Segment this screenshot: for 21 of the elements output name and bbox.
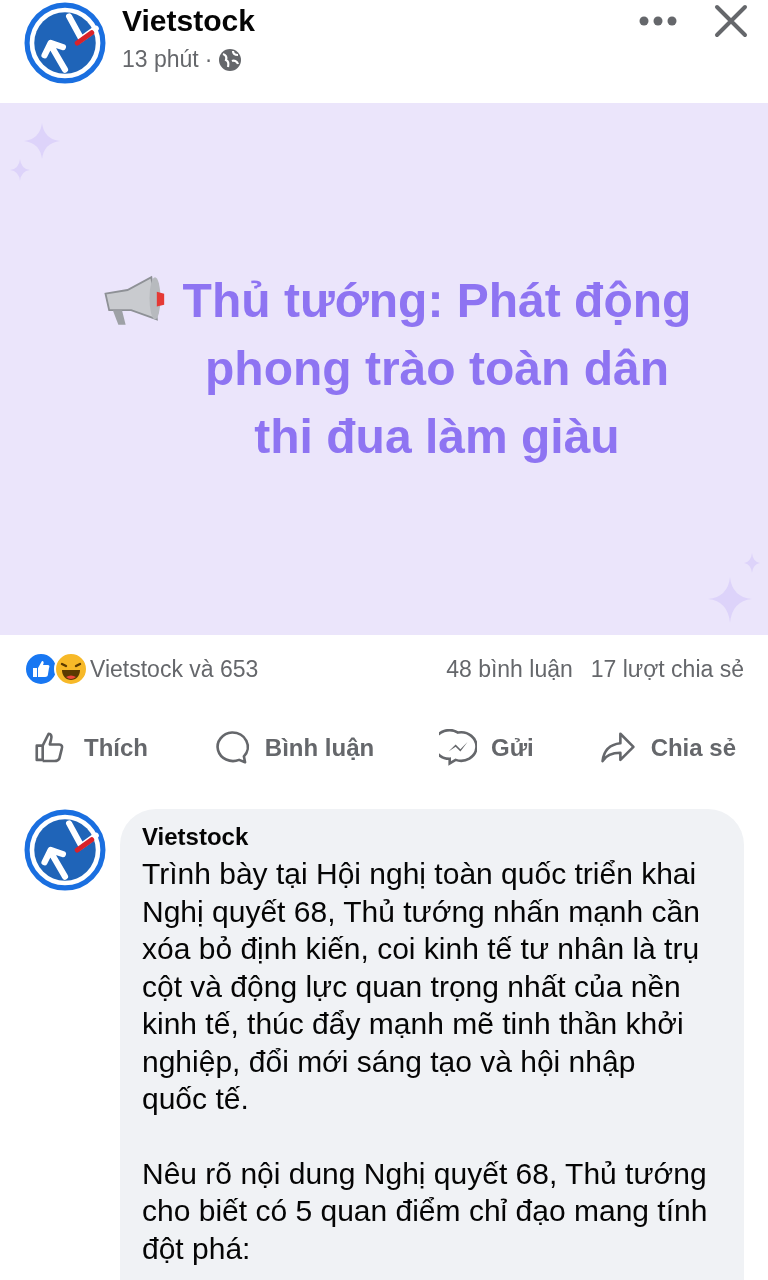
share-button[interactable]: Chia sẻ [598,729,736,767]
share-count[interactable]: 17 lượt chia sẻ [590,655,744,683]
comment-count[interactable]: 48 bình luận [446,655,573,683]
post-headline: Thủ tướng: Phát động phong trào toàn dân thi đua làm giàu [181,273,693,465]
globe-icon [218,47,243,72]
comment-text: Nêu rõ nội dung Nghị quyết 68, Thủ tướng cho biết có 5 quan điểm chỉ đạo mang tính đột phá: [142,1155,708,1267]
separator: · [204,46,213,73]
vietstock-logo-icon [24,809,106,891]
comment-text: Trình bày tại Hội nghị toàn quốc triển khai Nghị quyết 68, Thủ tướng nhấn mạnh cần xóa bỏ định kiến, coi kinh tế tư nhân là trụ cột và động lực quan trọng nhất của nền kinh tế, thúc đẩy mạnh mẽ tinh thần khởi nghiệp, đổi mới sáng tạo và hội nhập quốc tế. [142,856,701,1117]
like-reaction-icon[interactable] [24,652,58,686]
send-button[interactable]: Gửi [439,729,534,767]
laughing-emoji-icon[interactable] [54,652,88,686]
post-time[interactable]: 13 phút [122,46,199,73]
like-button[interactable]: Thích [32,729,148,767]
more-options-icon[interactable] [638,15,678,27]
page-name[interactable]: Vietstock [122,4,622,38]
messenger-icon [439,729,478,767]
close-icon[interactable] [714,4,748,38]
comment-button[interactable]: Bình luận [212,729,375,767]
comment-author[interactable]: Vietstock [142,823,708,851]
reaction-summary[interactable]: Vietstock và 653 [90,655,259,683]
